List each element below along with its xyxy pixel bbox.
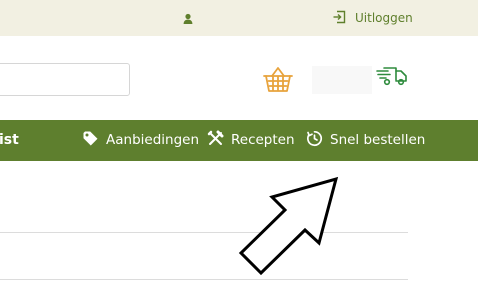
main-navigation: ist Aanbiedingen Recepten Snel bestellen: [0, 120, 478, 161]
delivery-info[interactable]: [310, 64, 415, 96]
divider: [0, 232, 408, 233]
search-input[interactable]: [0, 63, 130, 96]
nav-item-aanbiedingen[interactable]: Aanbiedingen: [82, 130, 199, 150]
delivery-truck-icon: [376, 67, 407, 86]
logout-button[interactable]: Uitloggen: [332, 9, 413, 27]
header: [0, 36, 478, 120]
user-icon[interactable]: [181, 11, 195, 25]
logout-icon: [332, 9, 346, 28]
nav-item-label: Snel bestellen: [330, 132, 426, 148]
nav-item-label: Aanbiedingen: [106, 132, 199, 148]
divider: [0, 279, 408, 280]
nav-item-label: Recepten: [231, 132, 295, 148]
quick-order-icon: [306, 130, 323, 151]
tag-icon: [82, 130, 99, 151]
main-content: [0, 161, 478, 283]
utensils-icon: [207, 130, 224, 151]
nav-item-partial[interactable]: ist: [0, 130, 19, 150]
nav-item-snel-bestellen[interactable]: Snel bestellen: [306, 130, 425, 150]
top-bar: Uitloggen: [0, 0, 478, 36]
basket-icon[interactable]: [262, 66, 294, 98]
nav-item-recepten[interactable]: Recepten: [207, 130, 295, 150]
logout-label: Uitloggen: [355, 11, 413, 25]
